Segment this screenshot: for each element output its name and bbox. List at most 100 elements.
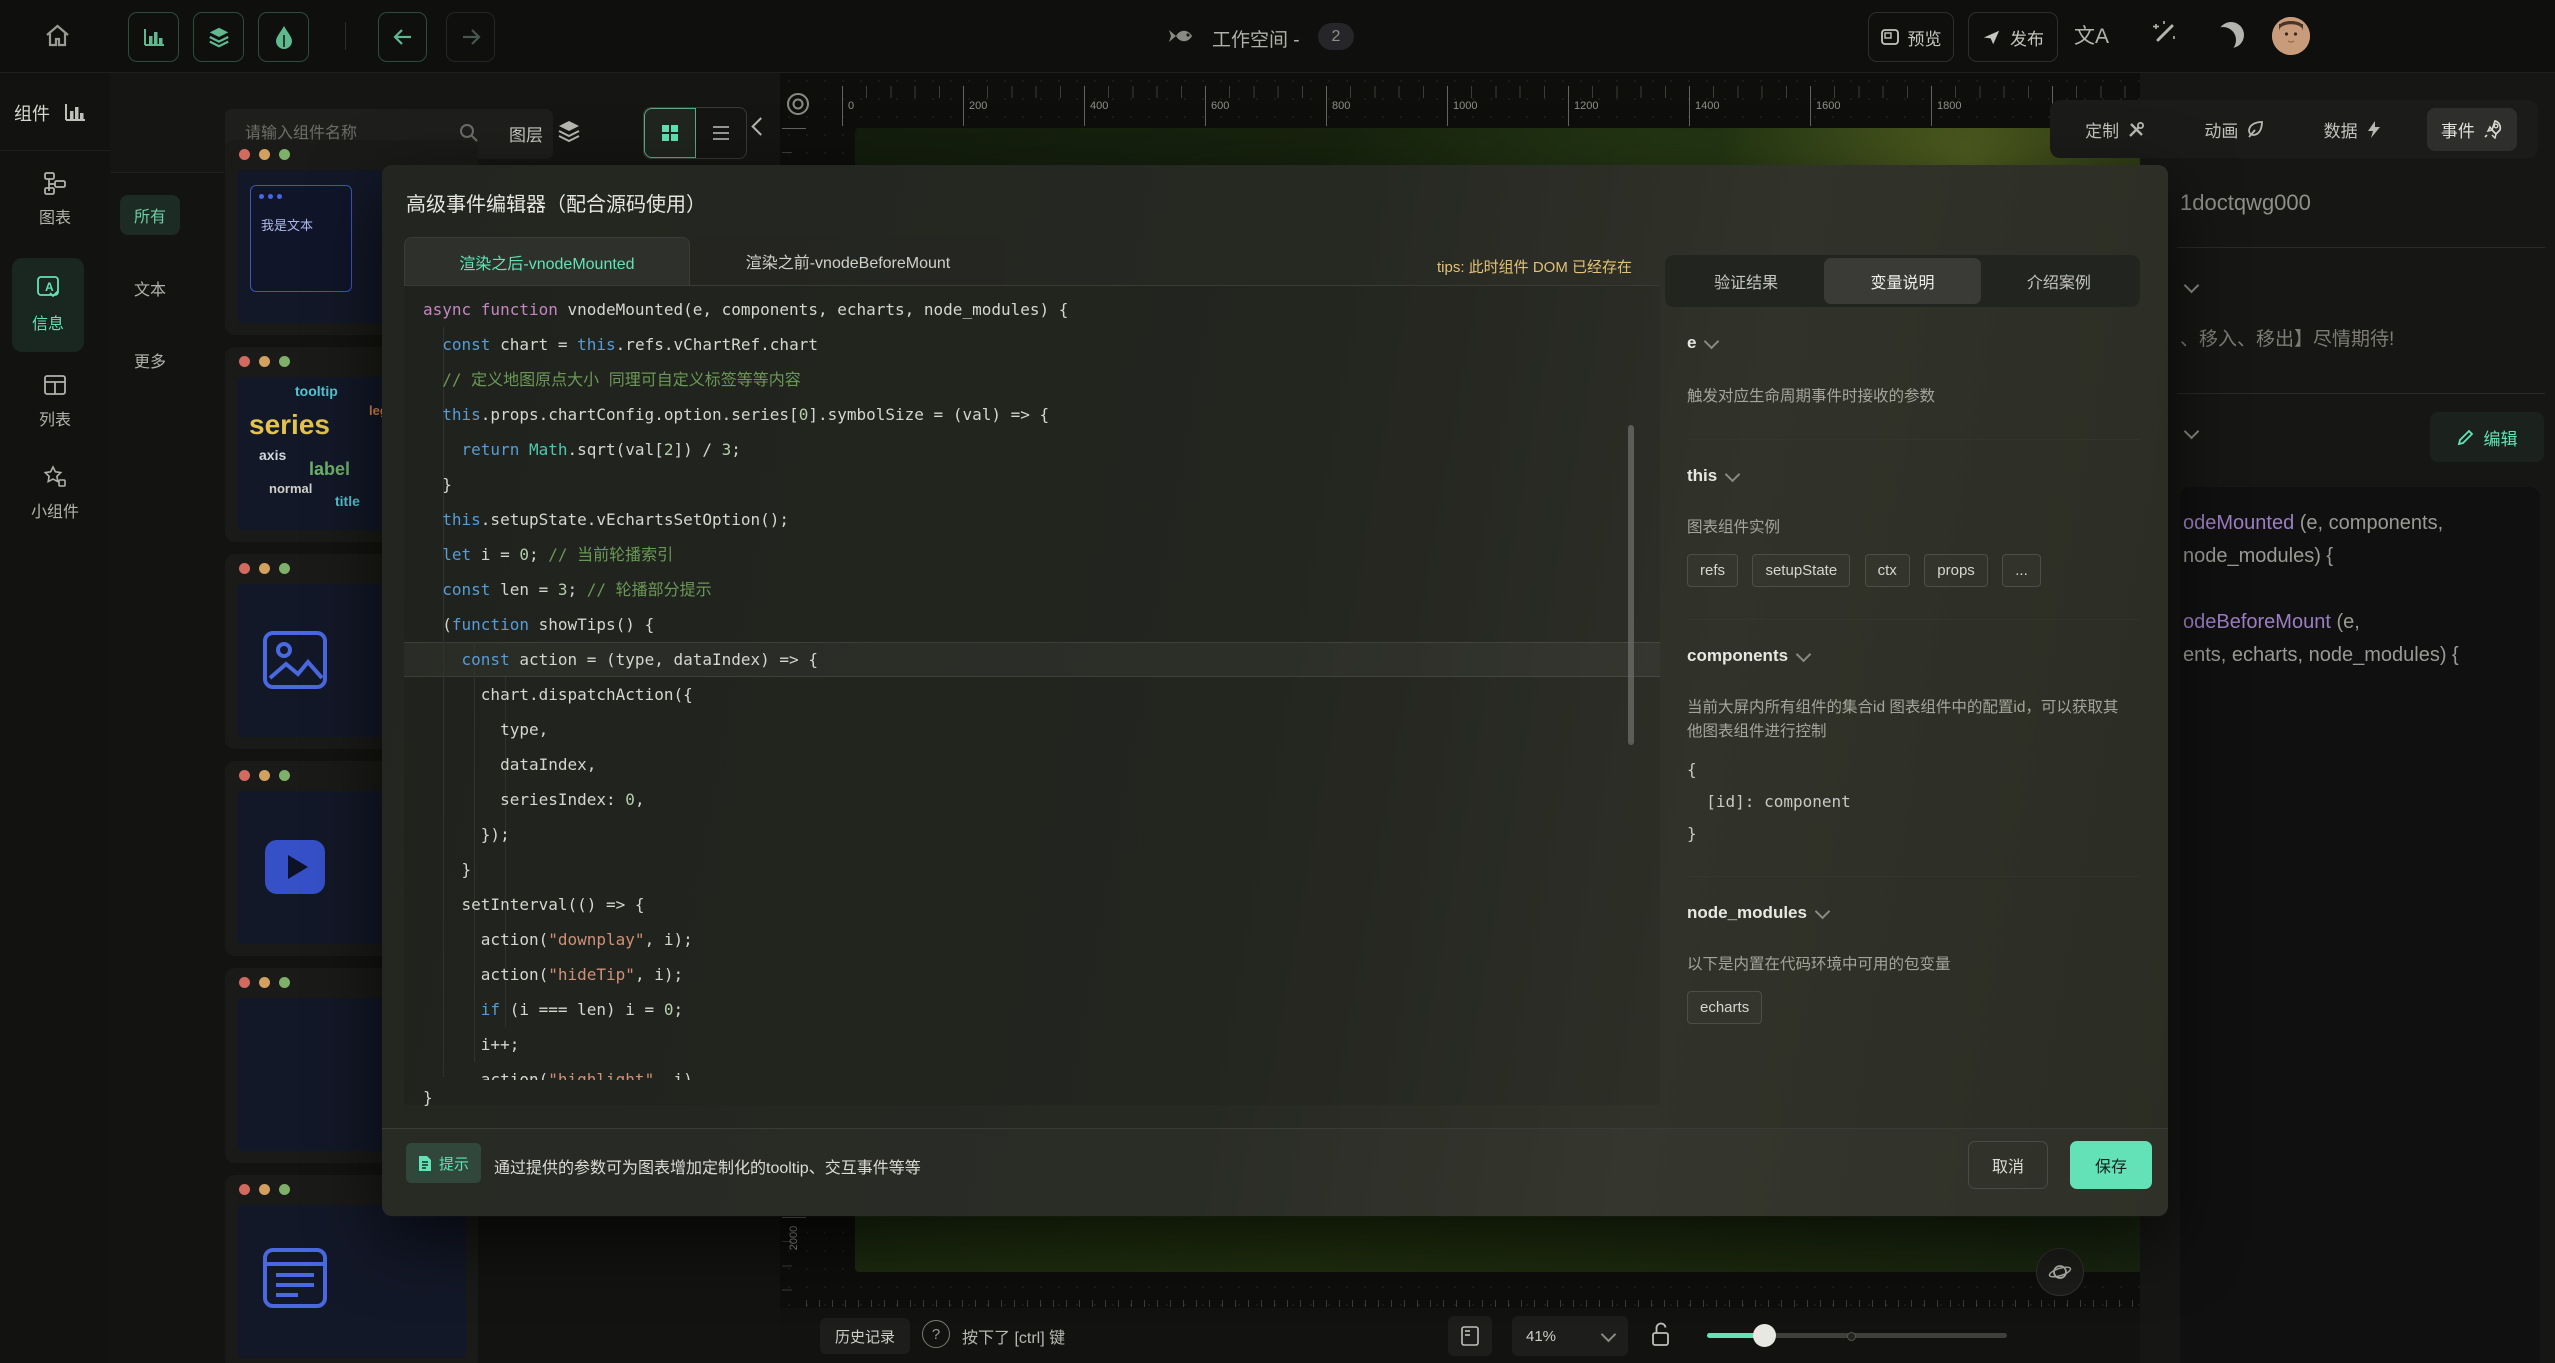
code-line: } <box>423 1080 1643 1115</box>
layers-mode-button[interactable] <box>193 12 244 62</box>
chart-mode-button[interactable] <box>128 12 179 62</box>
pen-mode-button[interactable] <box>258 12 309 62</box>
save-button[interactable]: 保存 <box>2070 1141 2152 1189</box>
card-window-dots <box>239 770 290 781</box>
zoom-slider-thumb[interactable] <box>1753 1324 1776 1347</box>
edit-button[interactable]: 编辑 <box>2430 412 2544 462</box>
divider <box>2177 247 2545 248</box>
section-desc: 当前大屏内所有组件的集合id 图表组件中的配置id，可以获取其他图表组件进行控制 <box>1687 696 2127 744</box>
cancel-button[interactable]: 取消 <box>1968 1141 2048 1189</box>
layers-icon[interactable] <box>556 118 582 144</box>
info-text-icon: A <box>35 274 61 300</box>
tab-text[interactable]: 文本 <box>120 268 180 308</box>
modal-footer: 提示 通过提供的参数可为图表增加定制化的tooltip、交互事件等等 取消 保存 <box>382 1128 2168 1217</box>
event-code-preview[interactable]: odeMounted (e, components,node_modules) … <box>2180 487 2540 1363</box>
tab-label: 渲染之前-vnodeBeforeMount <box>746 249 951 273</box>
chart-nodes-icon <box>42 170 68 196</box>
section-header-this[interactable]: this <box>1687 466 2140 486</box>
advanced-event-editor-modal: 高级事件编辑器（配合源码使用） 渲染之后-vnodeMounted 渲染之前-v… <box>382 165 2168 1216</box>
chevron-down-icon[interactable] <box>2184 278 2200 294</box>
sidebar-item-label: 列表 <box>0 406 110 430</box>
lock-icon[interactable] <box>1648 1320 1674 1350</box>
canvas-float-button[interactable] <box>2036 1248 2084 1296</box>
tab-label: 验证结果 <box>1714 269 1778 293</box>
tab-variable-docs[interactable]: 变量说明 <box>1824 258 1980 304</box>
tab-customize[interactable]: 定制 <box>2071 108 2160 151</box>
events-teaser-text: 、移入、移出】尽情期待! <box>2180 324 2394 351</box>
tab-validation-result[interactable]: 验证结果 <box>1668 258 1824 304</box>
code-line: }); <box>423 817 1643 852</box>
editor-scrollbar[interactable] <box>1628 425 1634 745</box>
card-preview <box>237 1205 466 1358</box>
tab-animation[interactable]: 动画 <box>2190 108 2279 151</box>
card-window-dots <box>239 149 290 160</box>
divider <box>1687 439 2140 440</box>
section-desc: 以下是内置在代码环境中可用的包变量 <box>1687 953 2140 977</box>
panel-toggle-button[interactable] <box>1448 1316 1492 1356</box>
leaf-icon <box>2246 120 2265 139</box>
tab-label: 定制 <box>2085 117 2119 142</box>
user-avatar[interactable] <box>2272 17 2310 55</box>
ruler-label: 400 <box>1090 100 1108 112</box>
modal-side-tabs: 验证结果 变量说明 介绍案例 <box>1665 255 2140 307</box>
tab-all[interactable]: 所有 <box>120 195 180 235</box>
image-icon <box>262 630 328 690</box>
tab-label: 变量说明 <box>1870 269 1934 293</box>
preview-button[interactable]: 预览 <box>1868 12 1954 62</box>
left-rail: 组件 图表 A 信息 <box>0 72 111 1363</box>
section-header-node-modules[interactable]: node_modules <box>1687 903 2140 923</box>
divider <box>2177 393 2545 394</box>
publish-button[interactable]: 发布 <box>1968 12 2058 62</box>
tab-events[interactable]: 事件 <box>2427 108 2517 151</box>
sidebar-item-charts[interactable]: 图表 <box>0 170 110 228</box>
chevron-down-icon <box>1725 466 1741 482</box>
code-line: action("downplay", i); <box>423 922 1643 957</box>
chevron-down-icon[interactable] <box>2184 424 2200 440</box>
bar-chart-icon <box>143 27 165 47</box>
arrow-left-icon <box>392 28 414 46</box>
code-fragment-line <box>2183 573 2540 606</box>
history-button[interactable]: 历史记录 <box>820 1318 910 1354</box>
tab-intro-examples[interactable]: 介绍案例 <box>1981 258 2137 304</box>
home-icon[interactable] <box>44 22 71 49</box>
tab-label: 渲染之后-vnodeMounted <box>459 250 634 274</box>
edit-label: 编辑 <box>2484 425 2518 450</box>
code-lines[interactable]: async function vnodeMounted(e, component… <box>423 292 1643 1115</box>
list-view-toggle[interactable] <box>696 108 746 158</box>
section-header-e[interactable]: e <box>1687 333 2140 353</box>
section-header-components[interactable]: components <box>1687 646 2140 666</box>
magic-wand-icon[interactable] <box>2148 18 2180 50</box>
ruler-label: 800 <box>1332 100 1350 112</box>
vertical-ruler-label: 2000 <box>788 1215 800 1261</box>
code-line: // 定义地图原点大小 同理可自定义标签等等内容 <box>423 362 1643 397</box>
tab-vnode-mounted[interactable]: 渲染之后-vnodeMounted <box>404 237 690 286</box>
app-root: 0200400600800100012001400160018002000 20… <box>0 0 2555 1363</box>
help-icon[interactable]: ? <box>922 1320 950 1348</box>
grid-view-toggle[interactable] <box>644 108 696 158</box>
panel-icon <box>1460 1325 1480 1347</box>
ruler-label: 200 <box>969 100 987 112</box>
tab-data[interactable]: 数据 <box>2310 108 2397 151</box>
language-icon[interactable]: 文A <box>2074 20 2109 50</box>
tab-vnode-before-mount[interactable]: 渲染之前-vnodeBeforeMount <box>690 237 1006 285</box>
sidebar-item-widgets[interactable]: 小组件 <box>0 464 110 522</box>
redo-button[interactable] <box>446 12 495 62</box>
horizontal-ruler: 0200400600800100012001400160018002000 <box>806 86 2140 126</box>
svg-text:A: A <box>45 280 54 294</box>
dark-mode-moon-icon[interactable] <box>2218 22 2244 48</box>
code-line: async function vnodeMounted(e, component… <box>423 292 1643 327</box>
ruler-origin-icon[interactable] <box>784 90 812 118</box>
zoom-select[interactable]: 41% <box>1512 1316 1628 1356</box>
tab-more[interactable]: 更多 <box>120 340 180 380</box>
zoom-slider-marker <box>1847 1332 1856 1341</box>
view-toggle-group <box>643 107 747 159</box>
sidebar-item-info[interactable]: A 信息 <box>12 258 84 352</box>
undo-button[interactable] <box>378 12 427 62</box>
wordcloud-word: normal <box>269 481 312 496</box>
card-window-dots <box>239 977 290 988</box>
collapse-panel-icon[interactable] <box>754 120 767 138</box>
ruler-label: 1400 <box>1695 100 1719 112</box>
sidebar-item-list[interactable]: 列表 <box>0 372 110 430</box>
chip-more: ... <box>2002 554 2041 587</box>
code-line: this.setupState.vEchartsSetOption(); <box>423 502 1643 537</box>
